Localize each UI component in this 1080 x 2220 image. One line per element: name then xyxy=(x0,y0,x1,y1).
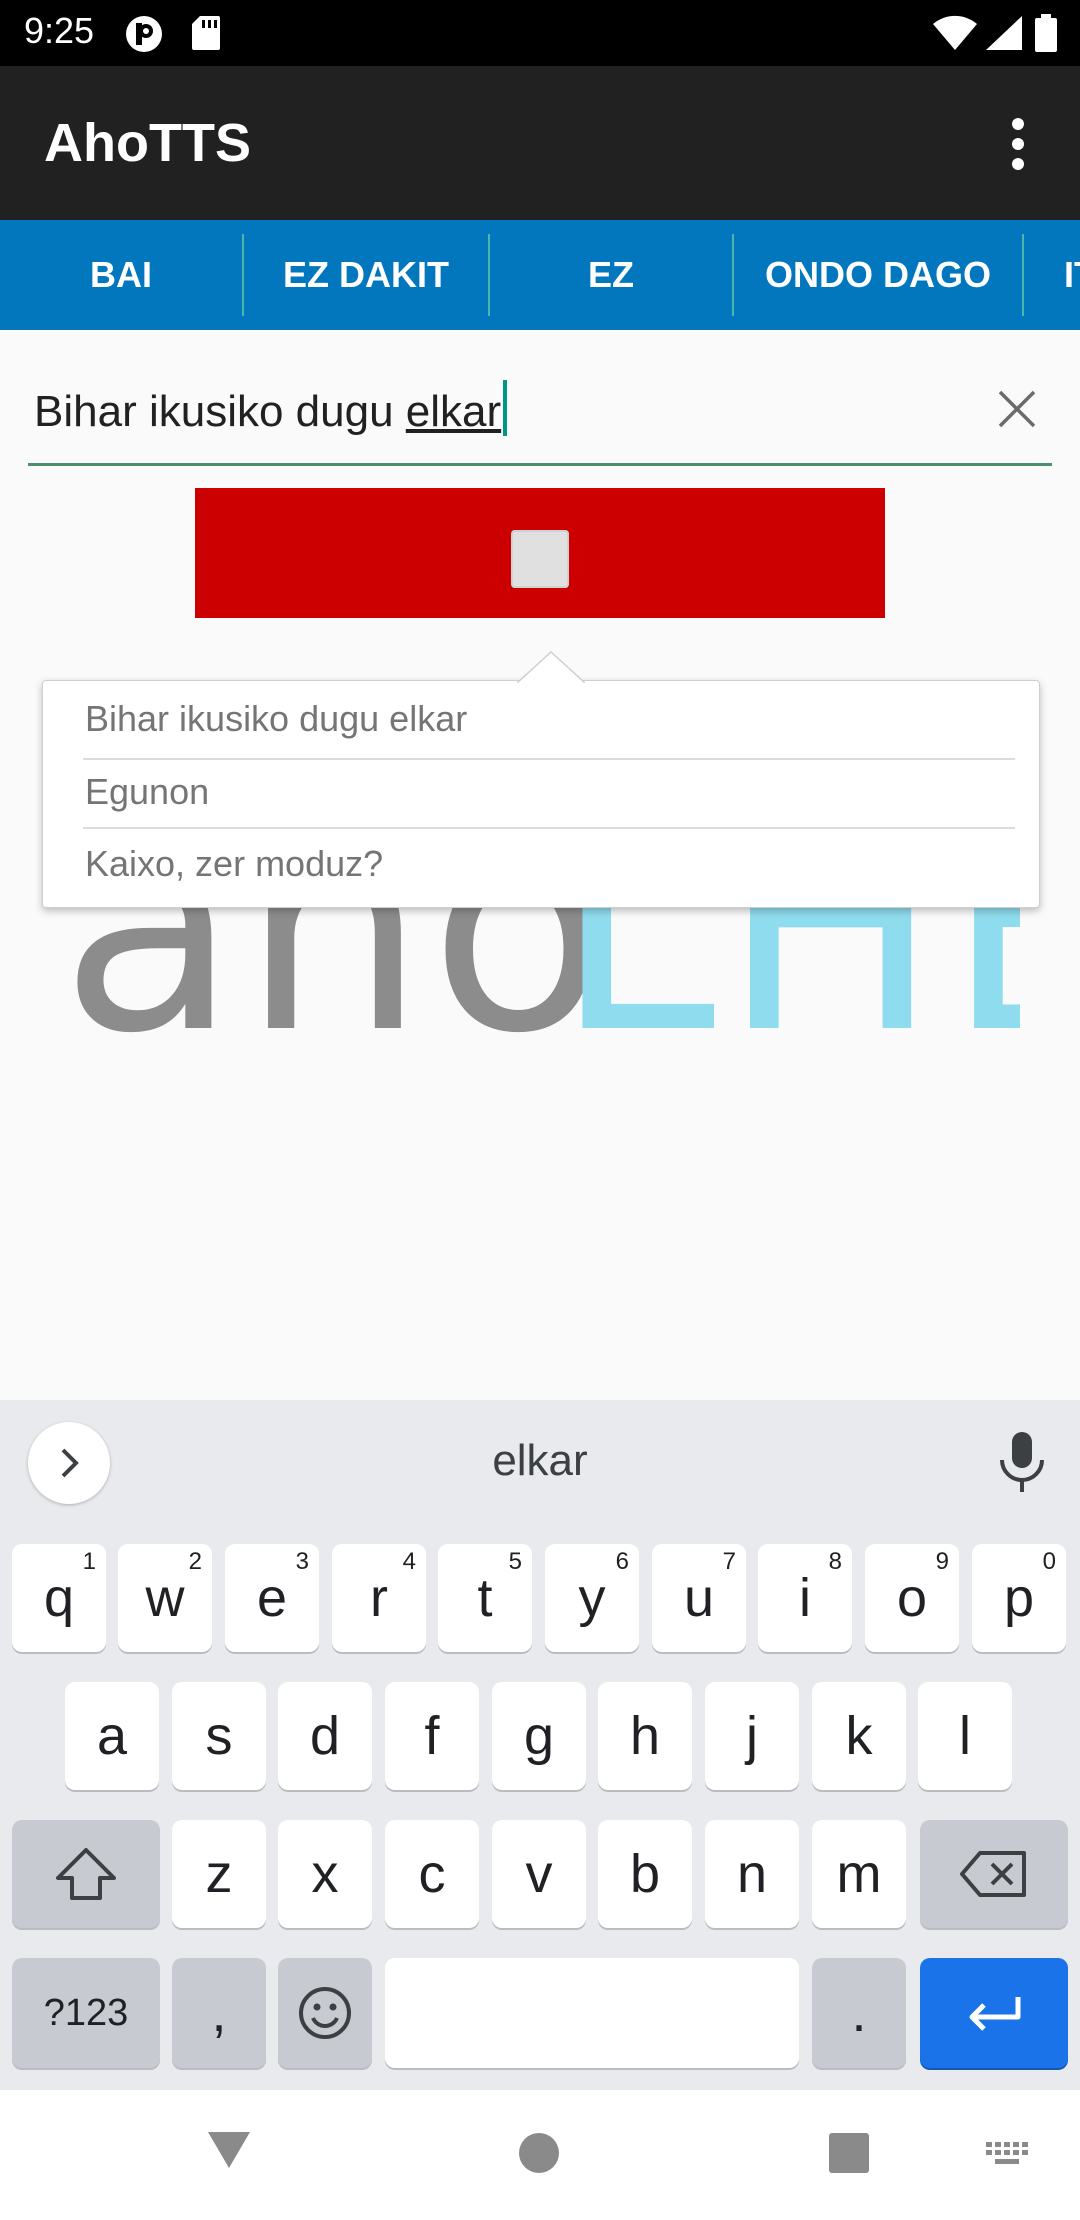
key-f[interactable]: f xyxy=(385,1682,479,1790)
space-key[interactable] xyxy=(385,1958,799,2068)
enter-key[interactable] xyxy=(920,1958,1068,2068)
back-icon[interactable] xyxy=(206,2130,252,2175)
period-key[interactable]: . xyxy=(812,1958,906,2068)
keyboard-suggestion-bar: elkar xyxy=(0,1400,1080,1530)
tab-ondo-dago[interactable]: ONDO DAGO xyxy=(734,220,1022,330)
sd-card-icon xyxy=(190,14,222,57)
tab-partial[interactable]: IT xyxy=(1024,220,1080,330)
keyboard-switch-icon[interactable] xyxy=(984,2140,1030,2175)
key-e[interactable]: e3 xyxy=(225,1544,319,1652)
soft-keyboard: elkar q1 w2 e3 r4 t5 y6 u7 i8 o9 p0 a s … xyxy=(0,1400,1080,2090)
suggestion-item[interactable]: Kaixo, zer moduz? xyxy=(85,831,1015,899)
recents-icon[interactable] xyxy=(828,2132,870,2179)
key-k[interactable]: k xyxy=(812,1682,906,1790)
key-i[interactable]: i8 xyxy=(758,1544,852,1652)
key-a[interactable]: a xyxy=(65,1682,159,1790)
text-cursor xyxy=(503,380,508,436)
key-x[interactable]: x xyxy=(278,1820,372,1928)
symbols-key[interactable]: ?123 xyxy=(12,1958,160,2068)
popup-arrow xyxy=(516,650,586,688)
tab-bai[interactable]: BAI xyxy=(0,220,242,330)
app-bar: AhoTTS xyxy=(0,66,1080,220)
key-y[interactable]: y6 xyxy=(545,1544,639,1652)
stop-icon xyxy=(511,530,569,588)
suggestion-item[interactable]: Bihar ikusiko dugu elkar xyxy=(85,685,1015,753)
battery-icon xyxy=(1034,14,1058,57)
phrase-tab-bar: BAI EZ DAKIT EZ ONDO DAGO IT xyxy=(0,220,1080,330)
overflow-menu-icon[interactable] xyxy=(996,116,1040,172)
tab-ez[interactable]: EZ xyxy=(490,220,732,330)
key-h[interactable]: h xyxy=(598,1682,692,1790)
emoji-icon xyxy=(299,1987,351,2039)
status-time: 9:25 xyxy=(24,10,95,51)
key-t[interactable]: t5 xyxy=(438,1544,532,1652)
key-o[interactable]: o9 xyxy=(865,1544,959,1652)
keyboard-suggestion[interactable]: elkar xyxy=(380,1436,700,1486)
key-n[interactable]: n xyxy=(705,1820,799,1928)
suggestion-divider xyxy=(83,827,1015,829)
suggestion-item[interactable]: Egunon xyxy=(85,761,1015,829)
shift-icon xyxy=(56,1848,116,1900)
stop-button[interactable] xyxy=(195,488,885,618)
key-r[interactable]: r4 xyxy=(332,1544,426,1652)
key-g[interactable]: g xyxy=(492,1682,586,1790)
text-input-field[interactable]: Bihar ikusiko dugu elkar xyxy=(28,350,1052,466)
key-w[interactable]: w2 xyxy=(118,1544,212,1652)
key-q[interactable]: q1 xyxy=(12,1544,106,1652)
key-z[interactable]: z xyxy=(172,1820,266,1928)
key-v[interactable]: v xyxy=(492,1820,586,1928)
shift-key[interactable] xyxy=(12,1820,160,1928)
app-title: AhoTTS xyxy=(44,113,251,173)
comma-key[interactable]: , xyxy=(172,1958,266,2068)
microphone-icon[interactable] xyxy=(996,1430,1048,1501)
navigation-bar xyxy=(0,2090,1080,2220)
autocomplete-dropdown: Bihar ikusiko dugu elkar Egunon Kaixo, z… xyxy=(42,650,1040,908)
key-d[interactable]: d xyxy=(278,1682,372,1790)
key-c[interactable]: c xyxy=(385,1820,479,1928)
home-icon[interactable] xyxy=(518,2132,560,2179)
key-j[interactable]: j xyxy=(705,1682,799,1790)
input-text[interactable]: Bihar ikusiko dugu elkar xyxy=(34,380,508,437)
emoji-key[interactable] xyxy=(278,1958,372,2068)
key-l[interactable]: l xyxy=(918,1682,1012,1790)
enter-icon xyxy=(969,1997,1021,2031)
key-s[interactable]: s xyxy=(172,1682,266,1790)
wifi-icon xyxy=(932,14,978,57)
key-u[interactable]: u7 xyxy=(652,1544,746,1652)
cell-signal-icon xyxy=(984,14,1024,57)
input-underline xyxy=(28,463,1052,466)
backspace-icon xyxy=(960,1851,1026,1897)
composing-word: elkar xyxy=(405,387,502,436)
clear-text-icon[interactable] xyxy=(992,384,1042,434)
expand-toolbar-button[interactable] xyxy=(28,1422,110,1504)
tab-ez-dakit[interactable]: EZ DAKIT xyxy=(244,220,488,330)
backspace-key[interactable] xyxy=(920,1820,1068,1928)
notification-app-icon xyxy=(124,14,164,59)
key-m[interactable]: m xyxy=(812,1820,906,1928)
suggestion-divider xyxy=(83,758,1015,760)
key-b[interactable]: b xyxy=(598,1820,692,1928)
key-p[interactable]: p0 xyxy=(972,1544,1066,1652)
status-bar: 9:25 xyxy=(0,0,1080,66)
